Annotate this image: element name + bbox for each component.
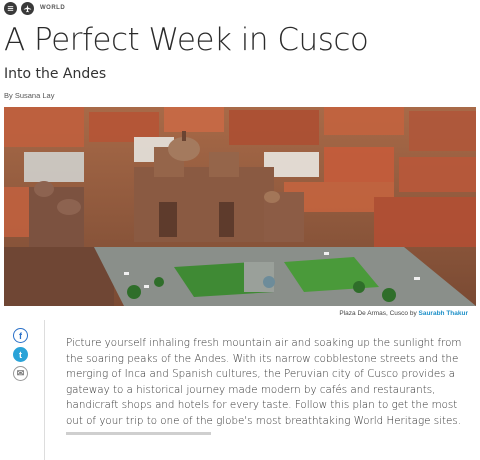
facebook-icon[interactable]: f [13,328,28,343]
caption-text: Plaza De Armas, Cusco by [339,310,419,317]
menu-icon[interactable] [4,1,17,15]
reading-progress-bar [66,432,211,435]
divider [44,320,45,460]
photo-credit-link[interactable]: Saurabh Thakur [419,310,468,317]
hero-image [4,107,476,306]
plane-icon[interactable] [21,1,34,15]
share-bar: f t ✉ [13,328,28,381]
twitter-icon[interactable]: t [13,347,28,362]
email-icon[interactable]: ✉ [13,366,28,381]
article-title: A Perfect Week in Cusco [4,22,369,58]
article-subtitle: Into the Andes [4,66,107,82]
byline: By Susana Lay [4,91,55,100]
top-bar: WORLD [4,0,65,16]
article-body: Picture yourself inhaling fresh mountain… [66,337,462,427]
image-caption: Plaza De Armas, Cusco by Saurabh Thakur [339,310,468,317]
section-label[interactable]: WORLD [40,5,65,11]
